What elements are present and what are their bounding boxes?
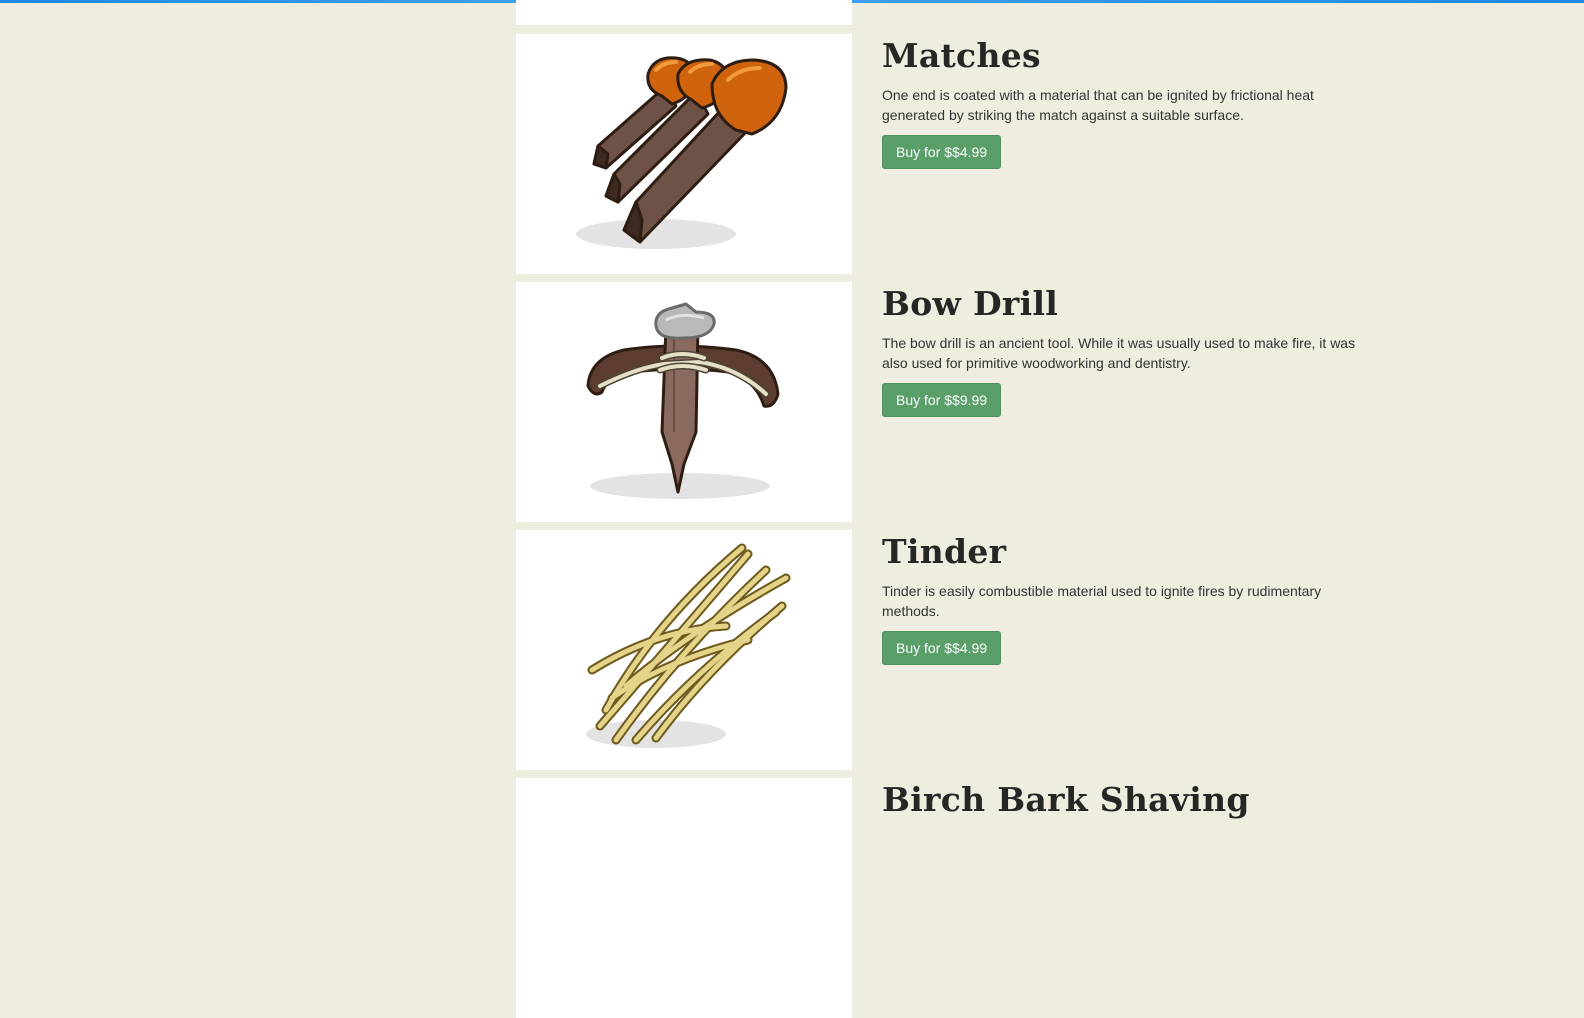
product-card-matches: Matches One end is coated with a materia… (516, 34, 1376, 274)
buy-tinder-button[interactable]: Buy for $$4.99 (882, 631, 1002, 665)
product-info: Birch Bark Shaving (882, 778, 1372, 820)
product-description: Tinder is easily combustible material us… (882, 583, 1322, 619)
product-title: Birch Bark Shaving (882, 780, 1250, 819)
product-card-birch-bark-shaving: Birch Bark Shaving (516, 778, 1376, 1018)
product-card-tinder: Tinder Tinder is easily combustible mate… (516, 530, 1376, 770)
buy-bow-drill-button[interactable]: Buy for $$9.99 (882, 383, 1002, 417)
product-info: Bow Drill The bow drill is an ancient to… (882, 282, 1372, 417)
product-title: Bow Drill (882, 284, 1059, 323)
product-card-previous (516, 0, 1376, 25)
product-image (516, 0, 852, 25)
product-image (516, 282, 852, 522)
product-description: One end is coated with a material that c… (882, 87, 1314, 123)
product-image (516, 530, 852, 770)
product-title: Tinder (882, 532, 1007, 571)
product-title: Matches (882, 36, 1041, 75)
product-card-bow-drill: Bow Drill The bow drill is an ancient to… (516, 282, 1376, 522)
product-info: Matches One end is coated with a materia… (882, 34, 1372, 169)
product-description: The bow drill is an ancient tool. While … (882, 335, 1356, 371)
tinder-icon (586, 543, 791, 748)
buy-matches-button[interactable]: Buy for $$4.99 (882, 135, 1002, 169)
bow-drill-icon (586, 302, 780, 499)
matches-icon (576, 56, 788, 249)
product-info: Tinder Tinder is easily combustible mate… (882, 530, 1372, 665)
product-image (516, 34, 852, 274)
product-image (516, 778, 852, 1018)
